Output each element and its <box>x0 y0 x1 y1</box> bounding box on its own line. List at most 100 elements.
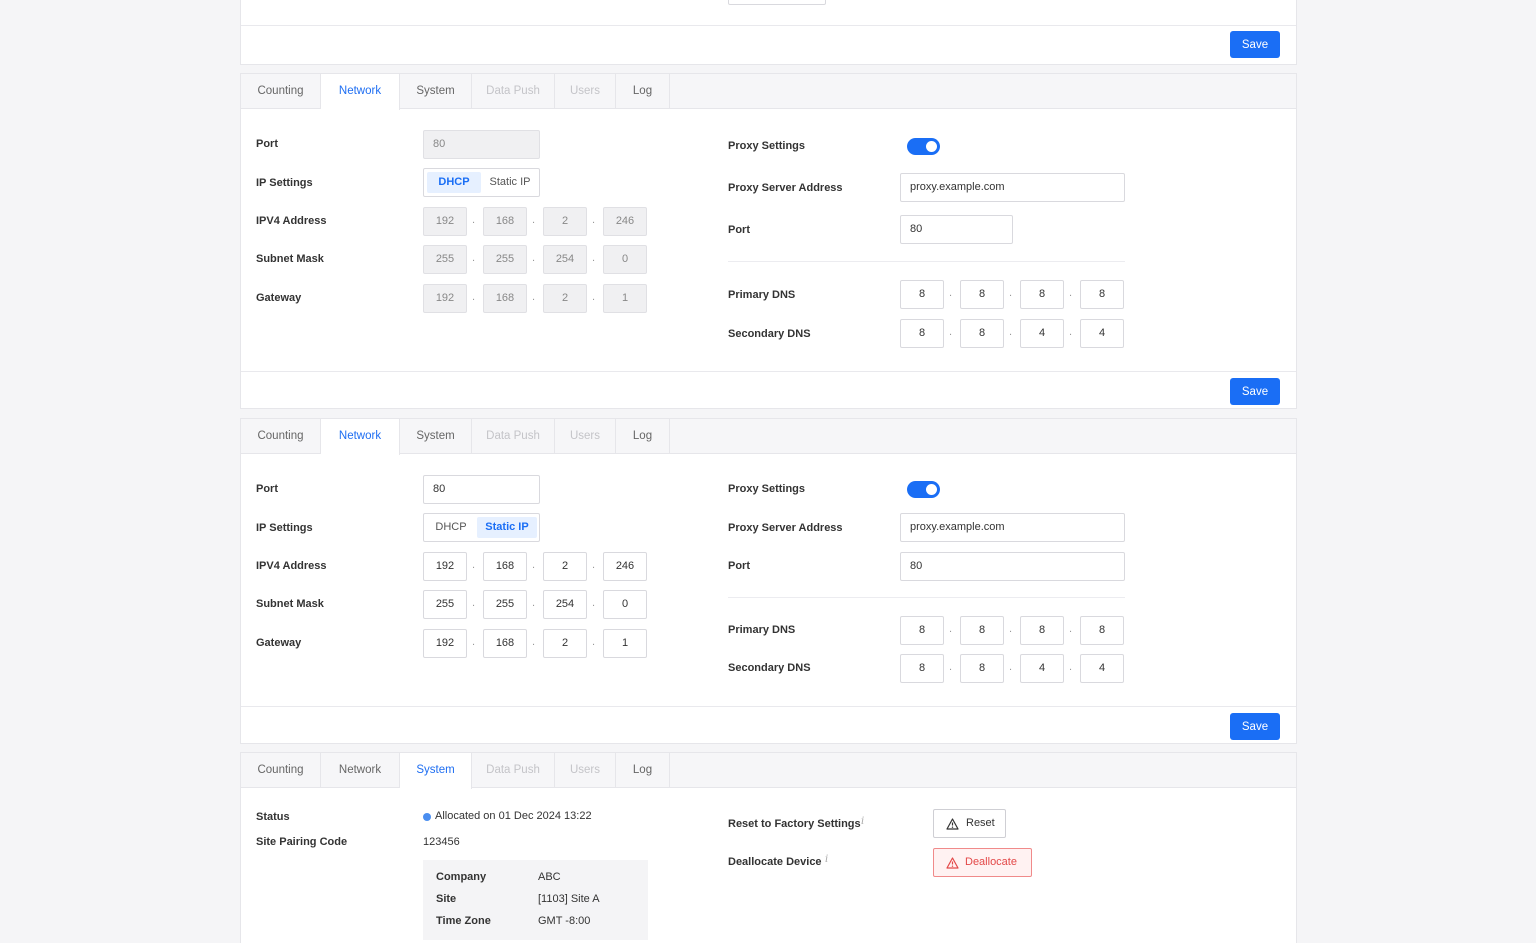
tab-users[interactable]: Users <box>555 74 616 109</box>
octet-separator: . <box>1069 287 1073 299</box>
subnet-octet-4[interactable]: 0 <box>603 245 647 274</box>
tab-log[interactable]: Log <box>616 74 670 109</box>
ipv4-octet-2[interactable]: 168 <box>483 552 527 581</box>
pairing-value: 123456 <box>423 836 460 848</box>
secondary-dns-octet-3[interactable]: 4 <box>1020 319 1064 348</box>
ipv4-octet-1[interactable]: 192 <box>423 207 467 236</box>
port-input[interactable]: 80 <box>423 130 540 159</box>
tab-network[interactable]: Network <box>321 753 400 788</box>
detail-key-timezone: Time Zone <box>436 915 491 927</box>
octet-separator: . <box>949 623 953 635</box>
secondary-dns-octet-4[interactable]: 4 <box>1080 654 1124 683</box>
port-label: Port <box>256 483 278 495</box>
toggle-knob <box>926 141 937 152</box>
tab-users[interactable]: Users <box>555 753 616 788</box>
gateway-octet-1[interactable]: 192 <box>423 284 467 313</box>
proxy-port-label: Port <box>728 560 750 572</box>
secondary-dns-octet-3[interactable]: 4 <box>1020 654 1064 683</box>
tab-data-push[interactable]: Data Push <box>472 74 555 109</box>
deallocate-button-label: Deallocate <box>965 856 1017 868</box>
primary-dns-octet-3[interactable]: 8 <box>1020 280 1064 309</box>
ipv4-octet-4[interactable]: 246 <box>603 552 647 581</box>
proxy-toggle[interactable] <box>907 138 940 155</box>
ip-mode-static[interactable]: Static IP <box>483 172 537 193</box>
tab-data-push[interactable]: Data Push <box>472 419 555 454</box>
subnet-octet-3[interactable]: 254 <box>543 245 587 274</box>
primary-dns-octet-1[interactable]: 8 <box>900 616 944 645</box>
secondary-dns-octet-1[interactable]: 8 <box>900 319 944 348</box>
gateway-octet-4[interactable]: 1 <box>603 629 647 658</box>
octet-separator: . <box>949 287 953 299</box>
octet-separator: . <box>532 559 536 571</box>
reset-button[interactable]: Reset <box>933 809 1006 838</box>
subnet-octet-3[interactable]: 254 <box>543 590 587 619</box>
divider <box>728 261 1125 262</box>
gateway-octet-3[interactable]: 2 <box>543 284 587 313</box>
octet-separator: . <box>949 661 953 673</box>
ipv4-octet-4[interactable]: 246 <box>603 207 647 236</box>
info-icon[interactable]: i <box>861 816 864 827</box>
partial-input[interactable] <box>728 0 826 5</box>
panel-footer: Save <box>241 25 1296 65</box>
primary-dns-octet-4[interactable]: 8 <box>1080 616 1124 645</box>
proxy-port-input[interactable]: 80 <box>900 215 1013 244</box>
tab-network[interactable]: Network <box>321 419 400 455</box>
subnet-octet-1[interactable]: 255 <box>423 245 467 274</box>
dealloc-label: Deallocate Device <box>728 856 822 868</box>
tab-network[interactable]: Network <box>321 74 400 110</box>
tab-system[interactable]: System <box>400 419 472 454</box>
subnet-octet-4[interactable]: 0 <box>603 590 647 619</box>
tab-counting[interactable]: Counting <box>241 419 321 454</box>
port-input[interactable]: 80 <box>423 475 540 504</box>
proxy-settings-label: Proxy Settings <box>728 140 806 152</box>
secondary-dns-octet-4[interactable]: 4 <box>1080 319 1124 348</box>
gateway-octet-2[interactable]: 168 <box>483 284 527 313</box>
tab-log[interactable]: Log <box>616 753 670 788</box>
gateway-octet-3[interactable]: 2 <box>543 629 587 658</box>
tab-system[interactable]: System <box>400 753 472 789</box>
subnet-octet-2[interactable]: 255 <box>483 245 527 274</box>
ipv4-octet-1[interactable]: 192 <box>423 552 467 581</box>
gateway-octet-1[interactable]: 192 <box>423 629 467 658</box>
ip-mode-dhcp[interactable]: DHCP <box>427 172 481 193</box>
secondary-dns-octet-2[interactable]: 8 <box>960 654 1004 683</box>
tab-data-push[interactable]: Data Push <box>472 753 555 788</box>
ip-settings-label: IP Settings <box>256 522 313 534</box>
proxy-server-input[interactable]: proxy.example.com <box>900 173 1125 202</box>
subnet-octet-1[interactable]: 255 <box>423 590 467 619</box>
tab-bar: Counting Network System Data Push Users Log <box>241 753 1296 789</box>
tab-users[interactable]: Users <box>555 419 616 454</box>
ip-mode-dhcp[interactable]: DHCP <box>427 517 475 538</box>
gateway-octet-2[interactable]: 168 <box>483 629 527 658</box>
proxy-port-input[interactable]: 80 <box>900 552 1125 581</box>
primary-dns-octet-1[interactable]: 8 <box>900 280 944 309</box>
ipv4-octet-2[interactable]: 168 <box>483 207 527 236</box>
tab-counting[interactable]: Counting <box>241 753 321 788</box>
detail-key-company: Company <box>436 871 487 883</box>
octet-separator: . <box>1069 326 1073 338</box>
primary-dns-octet-3[interactable]: 8 <box>1020 616 1064 645</box>
gateway-label: Gateway <box>256 637 302 649</box>
ipv4-octet-3[interactable]: 2 <box>543 207 587 236</box>
reset-button-label: Reset <box>966 817 995 829</box>
save-button[interactable]: Save <box>1230 378 1280 405</box>
info-icon[interactable]: i <box>825 854 828 865</box>
tab-log[interactable]: Log <box>616 419 670 454</box>
tab-system[interactable]: System <box>400 74 472 109</box>
primary-dns-octet-2[interactable]: 8 <box>960 280 1004 309</box>
subnet-octet-2[interactable]: 255 <box>483 590 527 619</box>
octet-separator: . <box>1009 287 1013 299</box>
tab-counting[interactable]: Counting <box>241 74 321 109</box>
secondary-dns-octet-1[interactable]: 8 <box>900 654 944 683</box>
save-button[interactable]: Save <box>1230 31 1280 58</box>
proxy-toggle[interactable] <box>907 481 940 498</box>
primary-dns-octet-4[interactable]: 8 <box>1080 280 1124 309</box>
ipv4-octet-3[interactable]: 2 <box>543 552 587 581</box>
deallocate-button[interactable]: Deallocate <box>933 848 1032 877</box>
secondary-dns-octet-2[interactable]: 8 <box>960 319 1004 348</box>
save-button[interactable]: Save <box>1230 713 1280 740</box>
primary-dns-octet-2[interactable]: 8 <box>960 616 1004 645</box>
proxy-server-input[interactable]: proxy.example.com <box>900 513 1125 542</box>
gateway-octet-4[interactable]: 1 <box>603 284 647 313</box>
ip-mode-static[interactable]: Static IP <box>477 517 537 538</box>
